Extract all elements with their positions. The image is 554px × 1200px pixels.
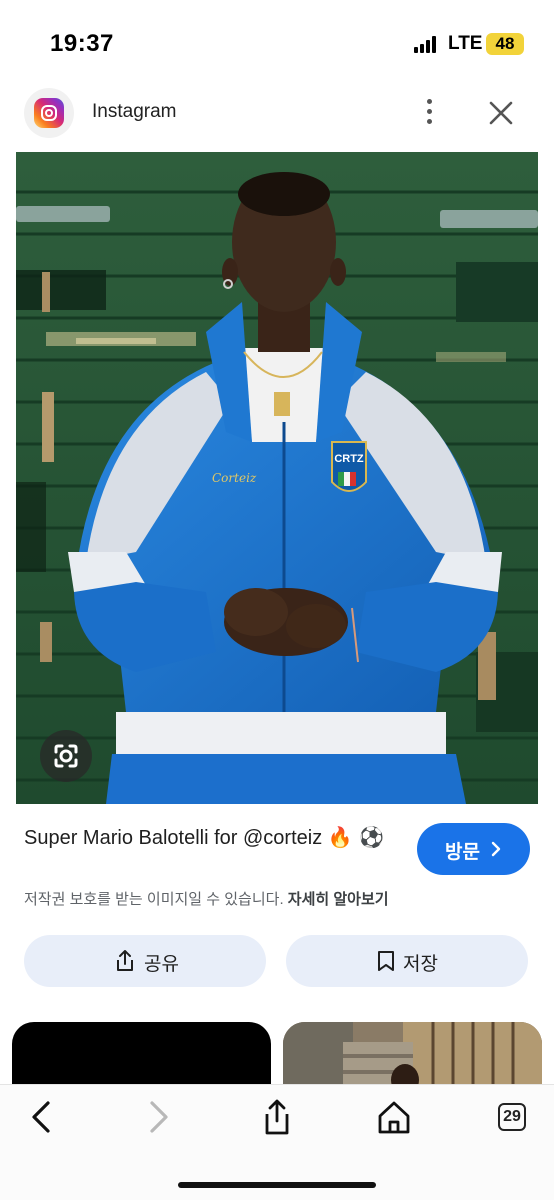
forward-icon (150, 1101, 168, 1133)
home-icon (378, 1101, 410, 1134)
instagram-logo-icon[interactable] (24, 88, 74, 138)
visit-button[interactable]: 방문 (417, 823, 530, 875)
share-icon (117, 950, 133, 971)
close-icon (489, 101, 513, 125)
tabs-icon[interactable]: 29 (498, 1103, 526, 1131)
cellular-signal-icon (414, 36, 440, 53)
browser-toolbar: 29 (0, 1084, 554, 1200)
share-button-label: 공유 (144, 954, 179, 975)
photo-illustration: CRTZ Corteiz (16, 152, 538, 804)
source-name[interactable]: Instagram (92, 101, 176, 123)
close-button[interactable] (484, 96, 518, 130)
copyright-note: 저작권 보호를 받는 이미지일 수 있습니다. 자세히 알아보기 (24, 888, 389, 909)
learn-more-link[interactable]: 자세히 알아보기 (288, 891, 389, 908)
save-button[interactable]: 저장 (286, 935, 528, 987)
back-button[interactable] (22, 1097, 62, 1137)
back-icon (32, 1101, 50, 1133)
jacket-badge-text: CRTZ (334, 453, 364, 465)
google-lens-icon (54, 744, 78, 768)
bookmark-icon (378, 951, 394, 971)
save-button-label: 저장 (403, 954, 438, 975)
status-time: 19:37 (50, 30, 114, 57)
copyright-text: 저작권 보호를 받는 이미지일 수 있습니다. (24, 891, 284, 908)
result-title-text: Super Mario Balotelli for @corteiz (24, 827, 323, 849)
status-bar: 19:37 LTE 48 (0, 0, 554, 86)
more-options-button[interactable] (414, 96, 446, 128)
network-type: LTE (448, 33, 483, 54)
result-title[interactable]: Super Mario Balotelli for @corteiz 🔥 ⚽ (24, 822, 404, 853)
battery-level: 48 (486, 33, 524, 55)
jacket-brand-script: Corteiz (212, 471, 257, 485)
visit-button-label: 방문 (445, 842, 480, 863)
share-button[interactable]: 공유 (24, 935, 266, 987)
chevron-right-icon (491, 841, 501, 857)
share-page-button[interactable] (257, 1097, 297, 1137)
source-header: Instagram (0, 86, 554, 150)
forward-button[interactable] (138, 1097, 178, 1137)
share-icon (265, 1099, 289, 1135)
google-lens-button[interactable] (40, 730, 92, 782)
result-image[interactable]: CRTZ Corteiz (16, 152, 538, 804)
home-button[interactable] (374, 1097, 414, 1137)
home-indicator (178, 1182, 376, 1188)
title-emojis: 🔥 ⚽ (327, 825, 384, 849)
more-vertical-icon (427, 99, 432, 104)
